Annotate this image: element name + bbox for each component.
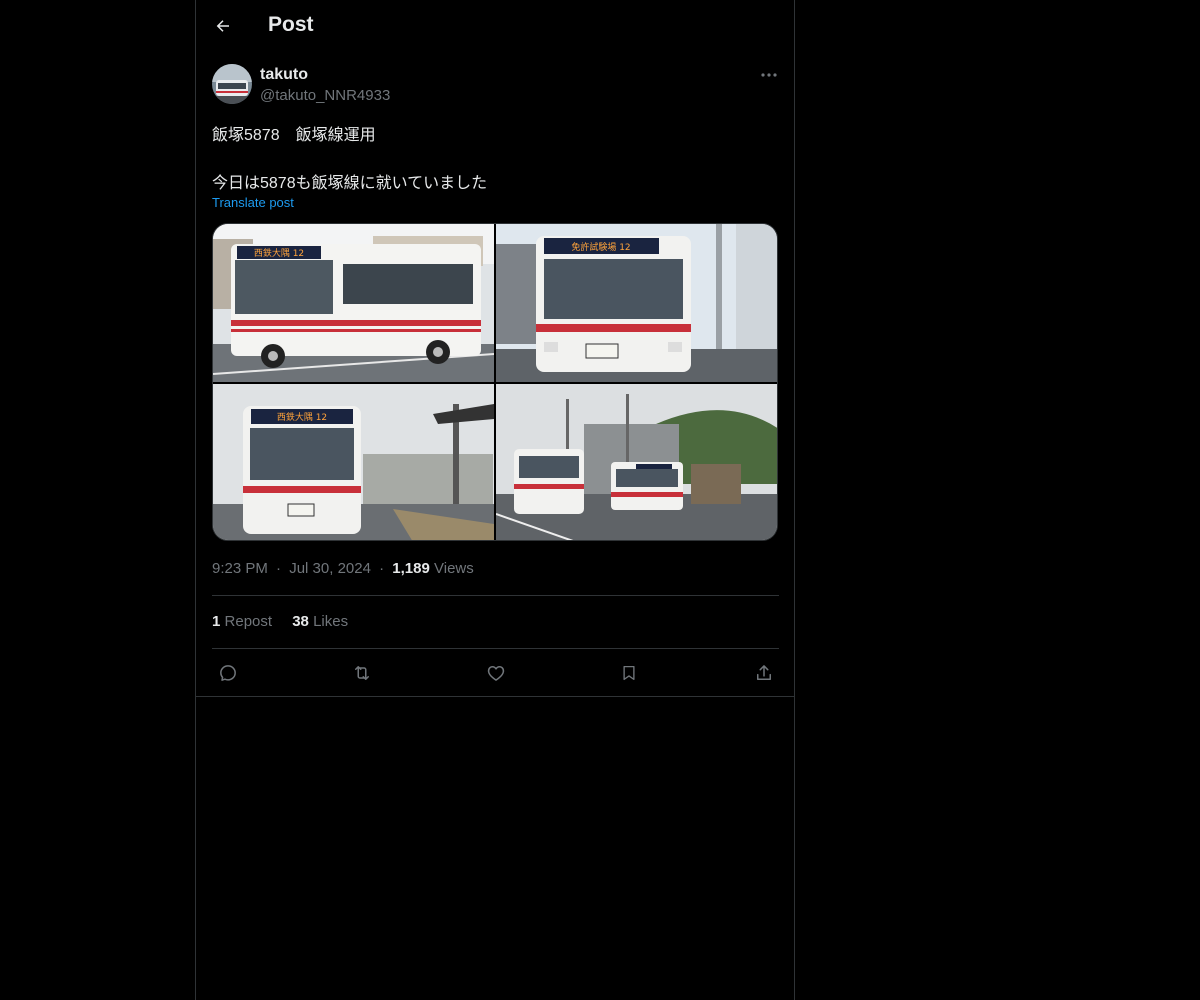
likes-count: 38 [292, 613, 309, 630]
divider [212, 648, 779, 649]
heart-icon [487, 666, 505, 681]
reposts-label: Repost [224, 613, 273, 630]
bookmark-button[interactable] [614, 660, 644, 686]
bookmark-icon [623, 665, 635, 681]
divider [196, 696, 794, 697]
author-name[interactable]: takuto [260, 66, 308, 84]
arrow-left-icon [216, 20, 229, 32]
share-button[interactable] [749, 660, 779, 686]
post-time[interactable]: 9:23 PM [212, 560, 268, 577]
photo-2-dest-sign: 免許試験場 12 [571, 241, 630, 253]
views-label: Views [434, 560, 474, 577]
reply-button[interactable] [213, 660, 243, 686]
photo-2[interactable]: 免許試験場 12 [496, 224, 777, 382]
reply-icon [220, 665, 236, 681]
post-meta: 9:23 PM · Jul 30, 2024 · 1,189 Views [212, 560, 474, 577]
repost-icon [355, 666, 369, 680]
photo-3[interactable]: 西鉄大隅 12 [213, 384, 494, 540]
post-text-line-1: 飯塚5878 飯塚線運用 [212, 127, 376, 144]
share-icon [757, 665, 771, 680]
media-grid: 西鉄大隅 12 免許試験場 12 西鉄大隅 12 [212, 223, 778, 541]
photo-1-dest-sign: 西鉄大隅 12 [254, 247, 304, 259]
post-text-line-2: 今日は5878も飯塚線に就いていました [212, 175, 488, 192]
like-button[interactable] [481, 660, 511, 686]
likes-label: Likes [313, 613, 349, 630]
post-column: Post takuto @takuto_NNR4933 飯塚5878 飯塚線運用… [195, 0, 795, 1000]
back-button[interactable] [208, 11, 238, 41]
likes-stat[interactable]: 38 Likes [292, 613, 348, 630]
avatar[interactable] [212, 64, 252, 104]
page-title: Post [268, 13, 314, 36]
photo-3-dest-sign: 西鉄大隅 12 [277, 411, 327, 423]
post-date[interactable]: Jul 30, 2024 [289, 560, 371, 577]
meta-separator: · [379, 560, 385, 577]
reposts-count: 1 [212, 613, 221, 630]
repost-button[interactable] [347, 660, 377, 686]
header: Post [196, 0, 794, 54]
photo-1[interactable]: 西鉄大隅 12 [213, 224, 494, 382]
engagement-stats: 1 Repost 38 Likes [212, 613, 364, 630]
reposts-stat[interactable]: 1 Repost [212, 613, 276, 630]
translate-post-link[interactable]: Translate post [212, 195, 294, 210]
more-dots-icon [761, 73, 777, 77]
divider [212, 595, 779, 596]
views-count: 1,189 [392, 560, 430, 577]
more-button[interactable] [756, 64, 782, 86]
meta-separator: · [276, 560, 282, 577]
author-handle[interactable]: @takuto_NNR4933 [260, 87, 390, 104]
photo-4[interactable] [496, 384, 777, 540]
